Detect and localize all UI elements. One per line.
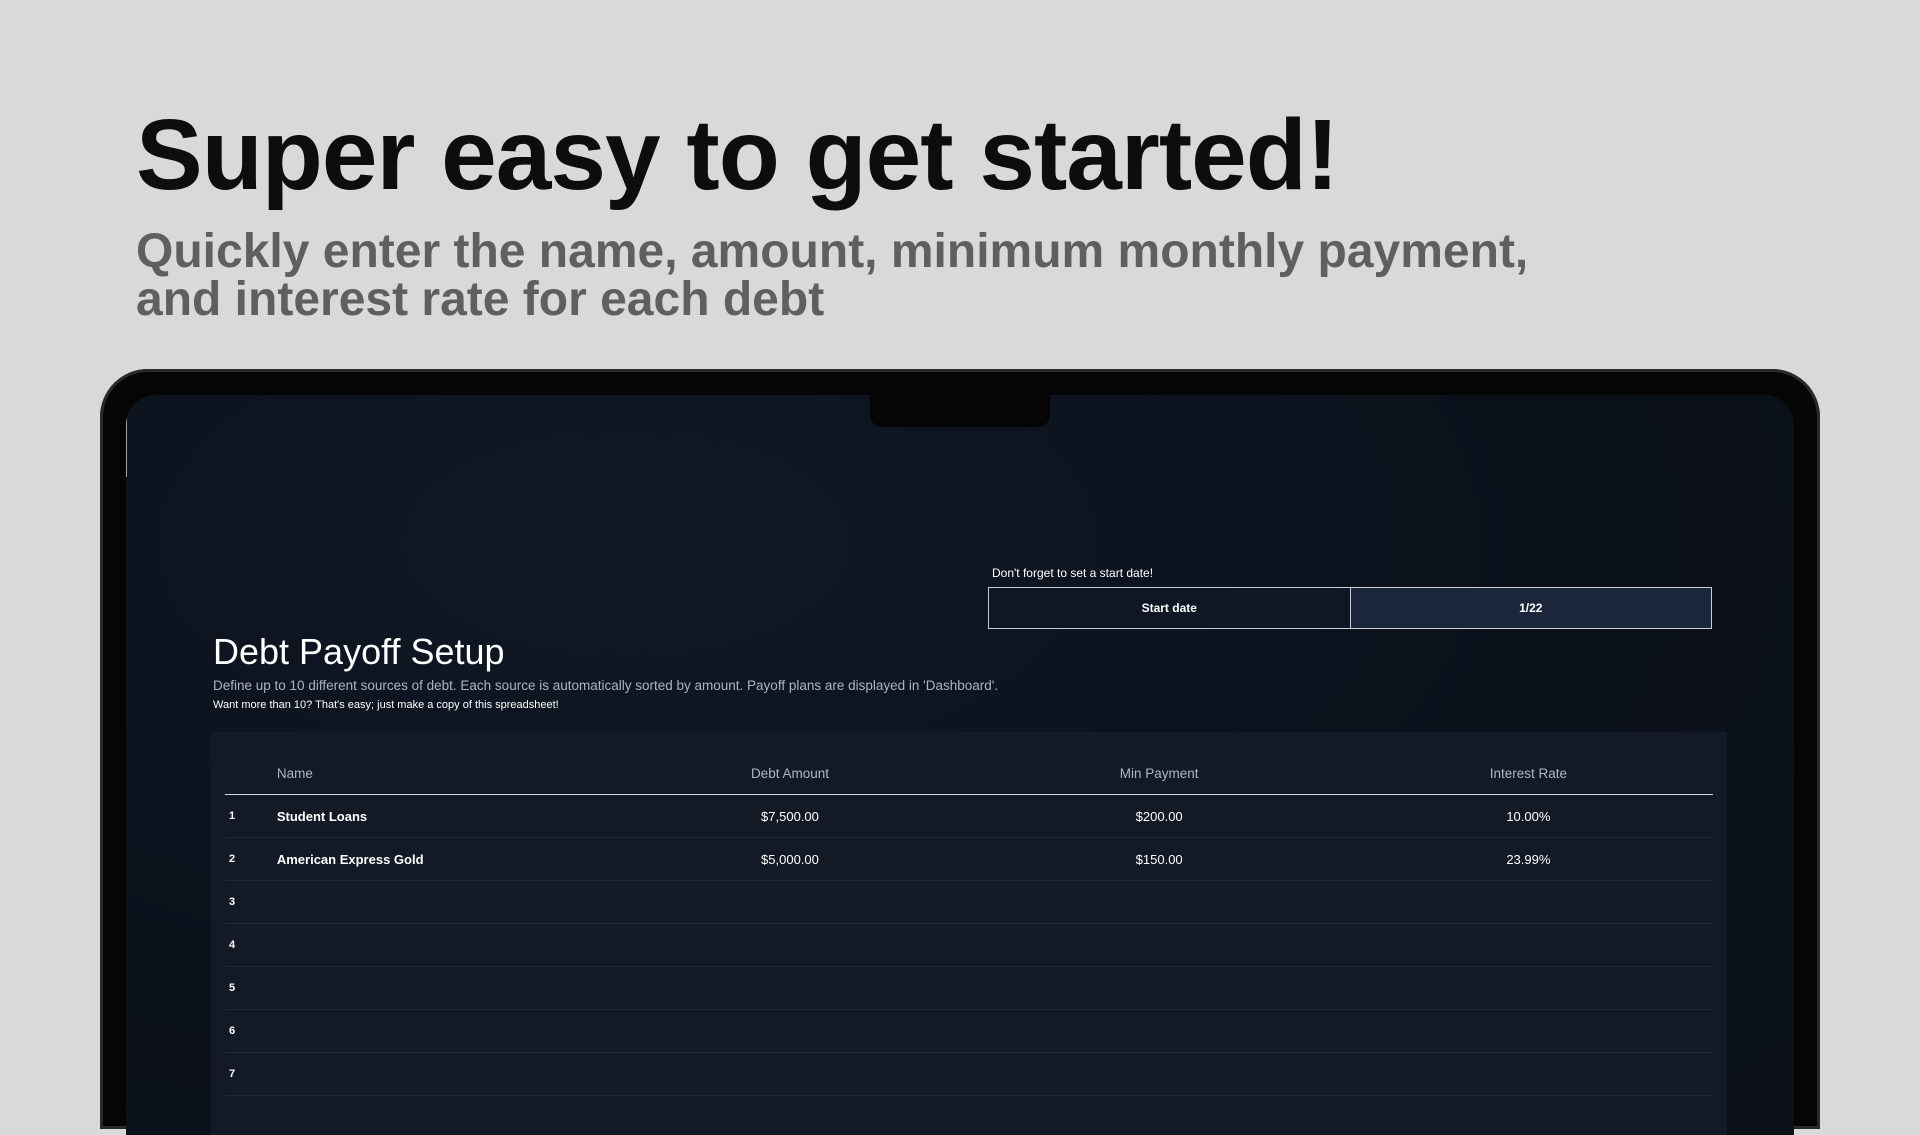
row-index: 7 <box>225 1052 276 1096</box>
column-header-name: Name <box>275 752 606 795</box>
row-index: 6 <box>225 1009 276 1053</box>
debt-name-cell[interactable] <box>275 1052 606 1096</box>
copy-note: Want more than 10? That's easy; just mak… <box>213 699 559 711</box>
debt-name-cell[interactable] <box>275 923 606 967</box>
hero-headline: Super easy to get started! <box>136 99 1339 211</box>
interest-rate-cell[interactable]: 23.99% <box>1343 837 1713 881</box>
start-date-label: Start date <box>989 588 1351 628</box>
table-row: 4 <box>225 923 1713 967</box>
debt-amount-cell[interactable]: $5,000.00 <box>605 837 975 881</box>
debt-amount-cell[interactable] <box>605 923 975 967</box>
table-row: 1 Student Loans $7,500.00 $200.00 10.00% <box>225 794 1713 838</box>
min-payment-cell[interactable]: $200.00 <box>974 794 1344 838</box>
row-index: 5 <box>225 966 276 1010</box>
interest-rate-cell[interactable] <box>1343 1009 1713 1053</box>
hero-subhead: Quickly enter the name, amount, minimum … <box>136 225 1529 326</box>
row-index: 3 <box>225 880 276 924</box>
min-payment-cell[interactable] <box>974 966 1344 1010</box>
table-row: 2 American Express Gold $5,000.00 $150.0… <box>225 837 1713 881</box>
interest-rate-cell[interactable] <box>1343 1052 1713 1096</box>
min-payment-cell[interactable] <box>974 880 1344 924</box>
column-header-interest-rate: Interest Rate <box>1343 752 1713 795</box>
debt-amount-cell[interactable] <box>605 1052 975 1096</box>
debt-table-panel: Name Debt Amount Min Payment Interest Ra… <box>211 732 1727 1135</box>
debt-table: Name Debt Amount Min Payment Interest Ra… <box>225 752 1713 1096</box>
interest-rate-cell[interactable] <box>1343 880 1713 924</box>
debt-amount-cell[interactable] <box>605 1009 975 1053</box>
debt-amount-cell[interactable] <box>605 966 975 1010</box>
min-payment-cell[interactable]: $150.00 <box>974 837 1344 881</box>
table-row: 7 <box>225 1052 1713 1096</box>
min-payment-cell[interactable] <box>974 923 1344 967</box>
interest-rate-cell[interactable] <box>1343 923 1713 967</box>
column-header-index <box>225 752 276 795</box>
table-header-row: Name Debt Amount Min Payment Interest Ra… <box>225 752 1713 795</box>
row-index: 2 <box>225 837 276 881</box>
debt-name-cell[interactable] <box>275 880 606 924</box>
laptop-frame: Don't forget to set a start date! Start … <box>100 369 1820 1135</box>
interest-rate-cell[interactable]: 10.00% <box>1343 794 1713 838</box>
debt-name-cell[interactable]: Student Loans <box>275 794 606 838</box>
screen-edge-line <box>126 415 127 477</box>
min-payment-cell[interactable] <box>974 1052 1344 1096</box>
debt-amount-cell[interactable] <box>605 880 975 924</box>
table-row: 3 <box>225 880 1713 924</box>
start-date-field: Start date 1/22 <box>988 587 1712 629</box>
interest-rate-cell[interactable] <box>1343 966 1713 1010</box>
debt-name-cell[interactable] <box>275 966 606 1010</box>
row-index: 1 <box>225 794 276 838</box>
column-header-min-payment: Min Payment <box>974 752 1344 795</box>
start-date-reminder: Don't forget to set a start date! <box>992 566 1154 580</box>
debt-amount-cell[interactable]: $7,500.00 <box>605 794 975 838</box>
camera-notch <box>870 395 1050 427</box>
page-title: Debt Payoff Setup <box>213 631 505 672</box>
table-row: 6 <box>225 1009 1713 1053</box>
start-date-input[interactable]: 1/22 <box>1350 588 1711 628</box>
row-index: 4 <box>225 923 276 967</box>
min-payment-cell[interactable] <box>974 1009 1344 1053</box>
column-header-debt-amount: Debt Amount <box>605 752 975 795</box>
debt-name-cell[interactable] <box>275 1009 606 1053</box>
page-description: Define up to 10 different sources of deb… <box>213 678 999 693</box>
table-row: 5 <box>225 966 1713 1010</box>
debt-name-cell[interactable]: American Express Gold <box>275 837 606 881</box>
laptop-screen: Don't forget to set a start date! Start … <box>126 395 1794 1135</box>
